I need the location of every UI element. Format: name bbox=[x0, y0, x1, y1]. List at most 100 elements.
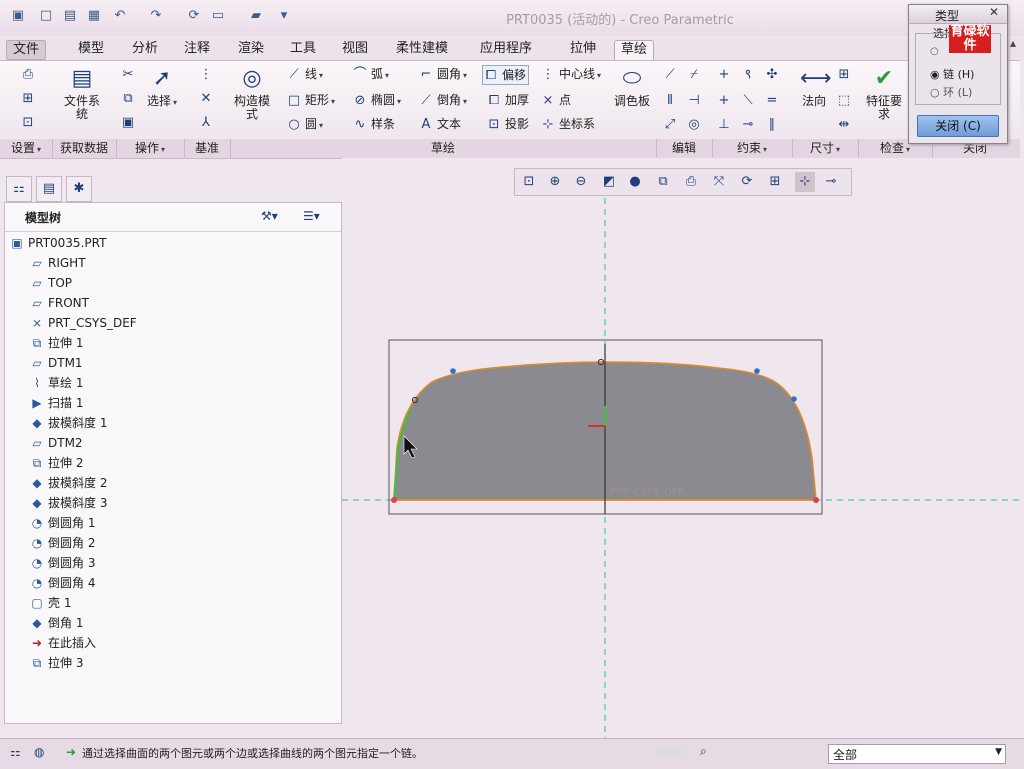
select-button[interactable]: ➚ 选择 ▾ bbox=[142, 65, 182, 109]
tab-file[interactable]: 文件 bbox=[6, 40, 47, 60]
open-icon[interactable]: ▤ bbox=[62, 8, 78, 24]
chamfer-button[interactable]: ⟋ 倒角 ▾ bbox=[418, 91, 467, 109]
tab-flexible-modeling[interactable]: 柔性建模 bbox=[390, 40, 454, 58]
radio-option-loop[interactable]: ○ 环 (L) bbox=[930, 84, 972, 100]
tree-item[interactable]: ⧉ 拉伸 1 bbox=[29, 333, 84, 353]
radio-option-chain[interactable]: ◉ 链 (H) bbox=[930, 66, 974, 82]
folder-icon[interactable]: ▰ bbox=[248, 8, 264, 24]
spin-center-icon[interactable]: ⟳ bbox=[737, 172, 757, 192]
browser-toggle-icon[interactable]: ◍ bbox=[34, 745, 44, 759]
datum-icon[interactable]: ⅄ bbox=[198, 113, 217, 131]
arc-button[interactable]: ⌒ 弧 ▾ bbox=[352, 65, 389, 83]
graphics-window[interactable]: PRT_CSYS_DEF bbox=[342, 158, 1024, 738]
ellipse-button[interactable]: ⊘ 椭圆 ▾ bbox=[352, 91, 401, 109]
favorites-tab-icon[interactable]: ✱ bbox=[66, 176, 92, 202]
circle-button[interactable]: ○ 圆 ▾ bbox=[286, 115, 323, 133]
equal-constraint-icon[interactable]: = bbox=[764, 91, 783, 109]
group-setup[interactable]: 设置 ▾ bbox=[0, 139, 53, 158]
find-icon[interactable]: ⌕ bbox=[700, 744, 707, 759]
tab-tools[interactable]: 工具 bbox=[284, 40, 322, 58]
ribbon-minimize-icon[interactable]: ▴ bbox=[1010, 36, 1024, 56]
coordsys-button[interactable]: ⊹ 坐标系 bbox=[540, 115, 595, 133]
tree-item[interactable]: ▱ TOP bbox=[29, 273, 72, 293]
group-operations[interactable]: 操作 ▾ bbox=[116, 139, 185, 158]
tree-item[interactable]: ▱ FRONT bbox=[29, 293, 89, 313]
dim-icon-3[interactable]: ⇹ bbox=[836, 115, 855, 133]
edit-scale-icon[interactable]: ◎ bbox=[686, 115, 705, 133]
tree-item[interactable]: ◆ 拔模斜度 2 bbox=[29, 473, 107, 493]
centerline-button[interactable]: ⋮ 中心线 ▾ bbox=[540, 65, 602, 83]
display-style-icon[interactable]: ● bbox=[625, 172, 645, 192]
tab-view[interactable]: 视图 bbox=[336, 40, 374, 58]
feature-requirements-button[interactable]: ✔ 特征要求 bbox=[864, 65, 904, 121]
selection-filter-select[interactable]: 全部 ▼ bbox=[828, 744, 1006, 764]
project-button[interactable]: ⊡ 投影 bbox=[486, 115, 529, 133]
sketch-view-icon[interactable]: ⊹ bbox=[795, 172, 815, 192]
tree-item[interactable]: ▱ DTM2 bbox=[29, 433, 82, 453]
setup-icon-3[interactable]: ⊡ bbox=[20, 113, 39, 131]
tree-item[interactable]: ◆ 拔模斜度 1 bbox=[29, 413, 107, 433]
tree-item[interactable]: ◆ 拔模斜度 3 bbox=[29, 493, 107, 513]
thicken-button[interactable]: ⧠ 加厚 bbox=[486, 91, 529, 109]
tangent-constraint-icon[interactable]: ९ bbox=[740, 65, 759, 83]
offset-button[interactable]: ⧠ 偏移 bbox=[482, 65, 530, 85]
tab-render[interactable]: 渲染 bbox=[232, 40, 270, 58]
annotation-display-icon[interactable]: ⊞ bbox=[765, 172, 785, 192]
symmetric-constraint-icon[interactable]: ⊸ bbox=[740, 115, 759, 133]
setup-icon-1[interactable]: ⎙ bbox=[20, 65, 39, 83]
edit-divide-icon[interactable]: ⊣ bbox=[686, 91, 705, 109]
tree-item[interactable]: ⧉ 拉伸 3 bbox=[29, 653, 84, 673]
folder-browser-tab-icon[interactable]: ▤ bbox=[36, 176, 62, 202]
datum-display-icon[interactable]: ⤧ bbox=[709, 172, 729, 192]
parallel-constraint-icon[interactable]: ∥ bbox=[764, 115, 783, 133]
edit-mirror-icon[interactable]: ⫴ bbox=[662, 91, 681, 109]
tree-item[interactable]: ⨯ PRT_CSYS_DEF bbox=[29, 313, 137, 333]
tree-item[interactable]: ◔ 倒圆角 2 bbox=[29, 533, 96, 553]
saved-views-icon[interactable]: ⧉ bbox=[653, 172, 673, 192]
tree-item[interactable]: ▶ 扫描 1 bbox=[29, 393, 83, 413]
dialog-close-button[interactable]: 关闭 (C) bbox=[917, 115, 999, 137]
tab-sketch[interactable]: 草绘 bbox=[614, 40, 655, 61]
palette-button[interactable]: ⬭ 调色板 bbox=[612, 65, 652, 108]
zoom-in-icon[interactable]: ⊕ bbox=[545, 172, 565, 192]
new-icon[interactable]: □ bbox=[38, 8, 54, 24]
tree-item[interactable]: ⌇ 草绘 1 bbox=[29, 373, 83, 393]
tab-analysis[interactable]: 分析 bbox=[126, 40, 164, 58]
tab-annotate[interactable]: 注释 bbox=[178, 40, 216, 58]
dim-icon-1[interactable]: ⊞ bbox=[836, 65, 855, 83]
paste-icon[interactable]: ▣ bbox=[120, 113, 139, 131]
tab-applications[interactable]: 应用程序 bbox=[474, 40, 538, 58]
perpendicular-constraint-icon[interactable]: ⊥ bbox=[716, 115, 735, 133]
midpoint-constraint-icon[interactable]: ✣ bbox=[764, 65, 783, 83]
group-constrain[interactable]: 约束 ▾ bbox=[712, 139, 793, 158]
model-tree-tab-icon[interactable]: ⚏ bbox=[6, 176, 32, 202]
tree-item[interactable]: ▱ RIGHT bbox=[29, 253, 85, 273]
construction-mode-button[interactable]: ◎ 构造模式 bbox=[232, 65, 272, 121]
tree-item[interactable]: ◔ 倒圆角 4 bbox=[29, 573, 96, 593]
tree-item[interactable]: ➜ 在此插入 bbox=[29, 633, 96, 653]
tree-item[interactable]: ▱ DTM1 bbox=[29, 353, 82, 373]
copy-icon[interactable]: ⧉ bbox=[120, 89, 139, 107]
horizontal-constraint-icon[interactable]: + bbox=[716, 91, 735, 109]
sketch-canvas[interactable]: PRT_CSYS_DEF bbox=[342, 158, 1024, 738]
point-button[interactable]: × 点 bbox=[540, 91, 571, 109]
dim-icon-2[interactable]: ⬚ bbox=[836, 91, 855, 109]
group-dimension[interactable]: 尺寸 ▾ bbox=[792, 139, 859, 158]
tree-root[interactable]: ▣ PRT0035.PRT bbox=[9, 233, 106, 253]
radio-option-1[interactable]: ○ bbox=[930, 46, 939, 57]
navigator-toggle-icon[interactable]: ⚏ bbox=[10, 745, 21, 759]
sketcher-display-icon[interactable]: ⊸ bbox=[821, 172, 841, 192]
edit-trim-icon[interactable]: ⌿ bbox=[686, 65, 705, 83]
view-manager-icon[interactable]: ⎙ bbox=[681, 172, 701, 192]
vertical-constraint-icon[interactable]: + bbox=[716, 65, 735, 83]
tree-item[interactable]: ◔ 倒圆角 3 bbox=[29, 553, 96, 573]
filter-dropdown-icon[interactable]: ▼ bbox=[995, 747, 1002, 757]
edit-modify-icon[interactable]: ⟋ bbox=[662, 65, 681, 83]
tree-item[interactable]: ◔ 倒圆角 1 bbox=[29, 513, 96, 533]
regenerate-icon[interactable]: ⟳ bbox=[186, 8, 202, 24]
undo-icon[interactable]: ↶ bbox=[112, 8, 128, 24]
refit-icon[interactable]: ⊡ bbox=[519, 172, 539, 192]
vertical-dots-icon[interactable]: ⋮ bbox=[198, 65, 217, 83]
save-icon[interactable]: ▦ bbox=[86, 8, 102, 24]
dialog-close-icon[interactable]: ✕ bbox=[989, 5, 999, 19]
